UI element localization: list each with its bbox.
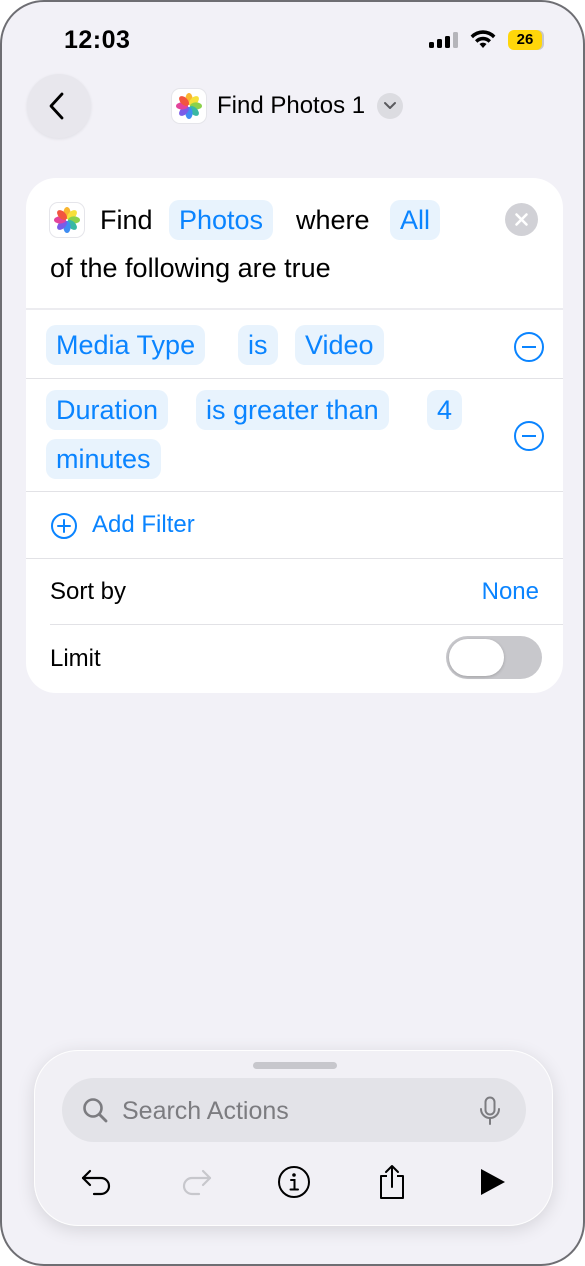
- photos-app-icon: [172, 89, 206, 123]
- filter-property-token[interactable]: Media Type: [46, 325, 206, 365]
- redo-button[interactable]: [174, 1160, 218, 1204]
- filter-operator-token[interactable]: is: [238, 325, 278, 365]
- back-button[interactable]: [27, 74, 91, 138]
- status-time: 12:03: [64, 26, 131, 54]
- cellular-signal-icon: [429, 32, 459, 48]
- sort-by-label: Sort by: [50, 578, 127, 605]
- play-icon: [481, 1169, 505, 1195]
- microphone-icon[interactable]: [479, 1096, 501, 1126]
- info-icon: [278, 1166, 310, 1198]
- divider: [26, 491, 563, 492]
- condition-tail-label: of the following are true: [50, 253, 331, 283]
- undo-icon: [81, 1169, 111, 1196]
- info-button[interactable]: [272, 1160, 316, 1204]
- find-label: Find: [100, 205, 153, 235]
- quantifier-token[interactable]: All: [390, 200, 441, 240]
- limit-toggle[interactable]: [446, 636, 542, 679]
- divider: [26, 378, 563, 379]
- run-button[interactable]: [470, 1160, 514, 1204]
- undo-button[interactable]: [75, 1160, 119, 1204]
- filter-property-token[interactable]: Duration: [46, 390, 169, 430]
- clear-button[interactable]: [505, 203, 538, 236]
- search-placeholder: Search Actions: [122, 1097, 289, 1125]
- divider: [26, 558, 563, 559]
- actions-bottom-panel: Search Actions: [34, 1050, 553, 1226]
- sort-by-value-button[interactable]: None: [482, 578, 539, 606]
- divider: [26, 308, 563, 310]
- share-icon: [380, 1165, 404, 1199]
- nav-title: Find Photos 1: [217, 92, 366, 119]
- filter-value-token[interactable]: 4: [427, 390, 463, 430]
- search-actions-field[interactable]: Search Actions: [62, 1078, 526, 1142]
- remove-filter-button[interactable]: [514, 421, 544, 451]
- add-filter-label: Add Filter: [92, 511, 195, 538]
- find-photos-action-card: Find Photos where All of the following a…: [26, 178, 563, 693]
- close-icon: [515, 213, 528, 226]
- share-button[interactable]: [370, 1160, 414, 1204]
- divider: [50, 624, 563, 625]
- where-label: where: [296, 205, 370, 235]
- wifi-icon: [470, 30, 496, 48]
- add-filter-button[interactable]: Add Filter: [50, 508, 250, 542]
- search-icon: [83, 1098, 108, 1123]
- photos-app-icon: [50, 203, 84, 237]
- battery-indicator: 26: [508, 30, 542, 50]
- content-type-token[interactable]: Photos: [169, 200, 274, 240]
- chevron-left-icon: [49, 92, 64, 120]
- remove-filter-button[interactable]: [514, 332, 544, 362]
- sheet-grabber[interactable]: [253, 1062, 337, 1069]
- redo-icon: [182, 1169, 212, 1196]
- phone-screen: 12:03 26 Find Photos 1 Find Photos where…: [0, 0, 585, 1266]
- filter-operator-token[interactable]: is greater than: [196, 390, 389, 430]
- nav-title-menu[interactable]: Find Photos 1: [172, 86, 404, 126]
- filter-unit-token[interactable]: minutes: [46, 439, 161, 479]
- filter-value-token[interactable]: Video: [295, 325, 384, 365]
- plus-circle-icon: [51, 513, 77, 539]
- limit-label: Limit: [50, 645, 101, 672]
- chevron-down-icon[interactable]: [377, 93, 404, 119]
